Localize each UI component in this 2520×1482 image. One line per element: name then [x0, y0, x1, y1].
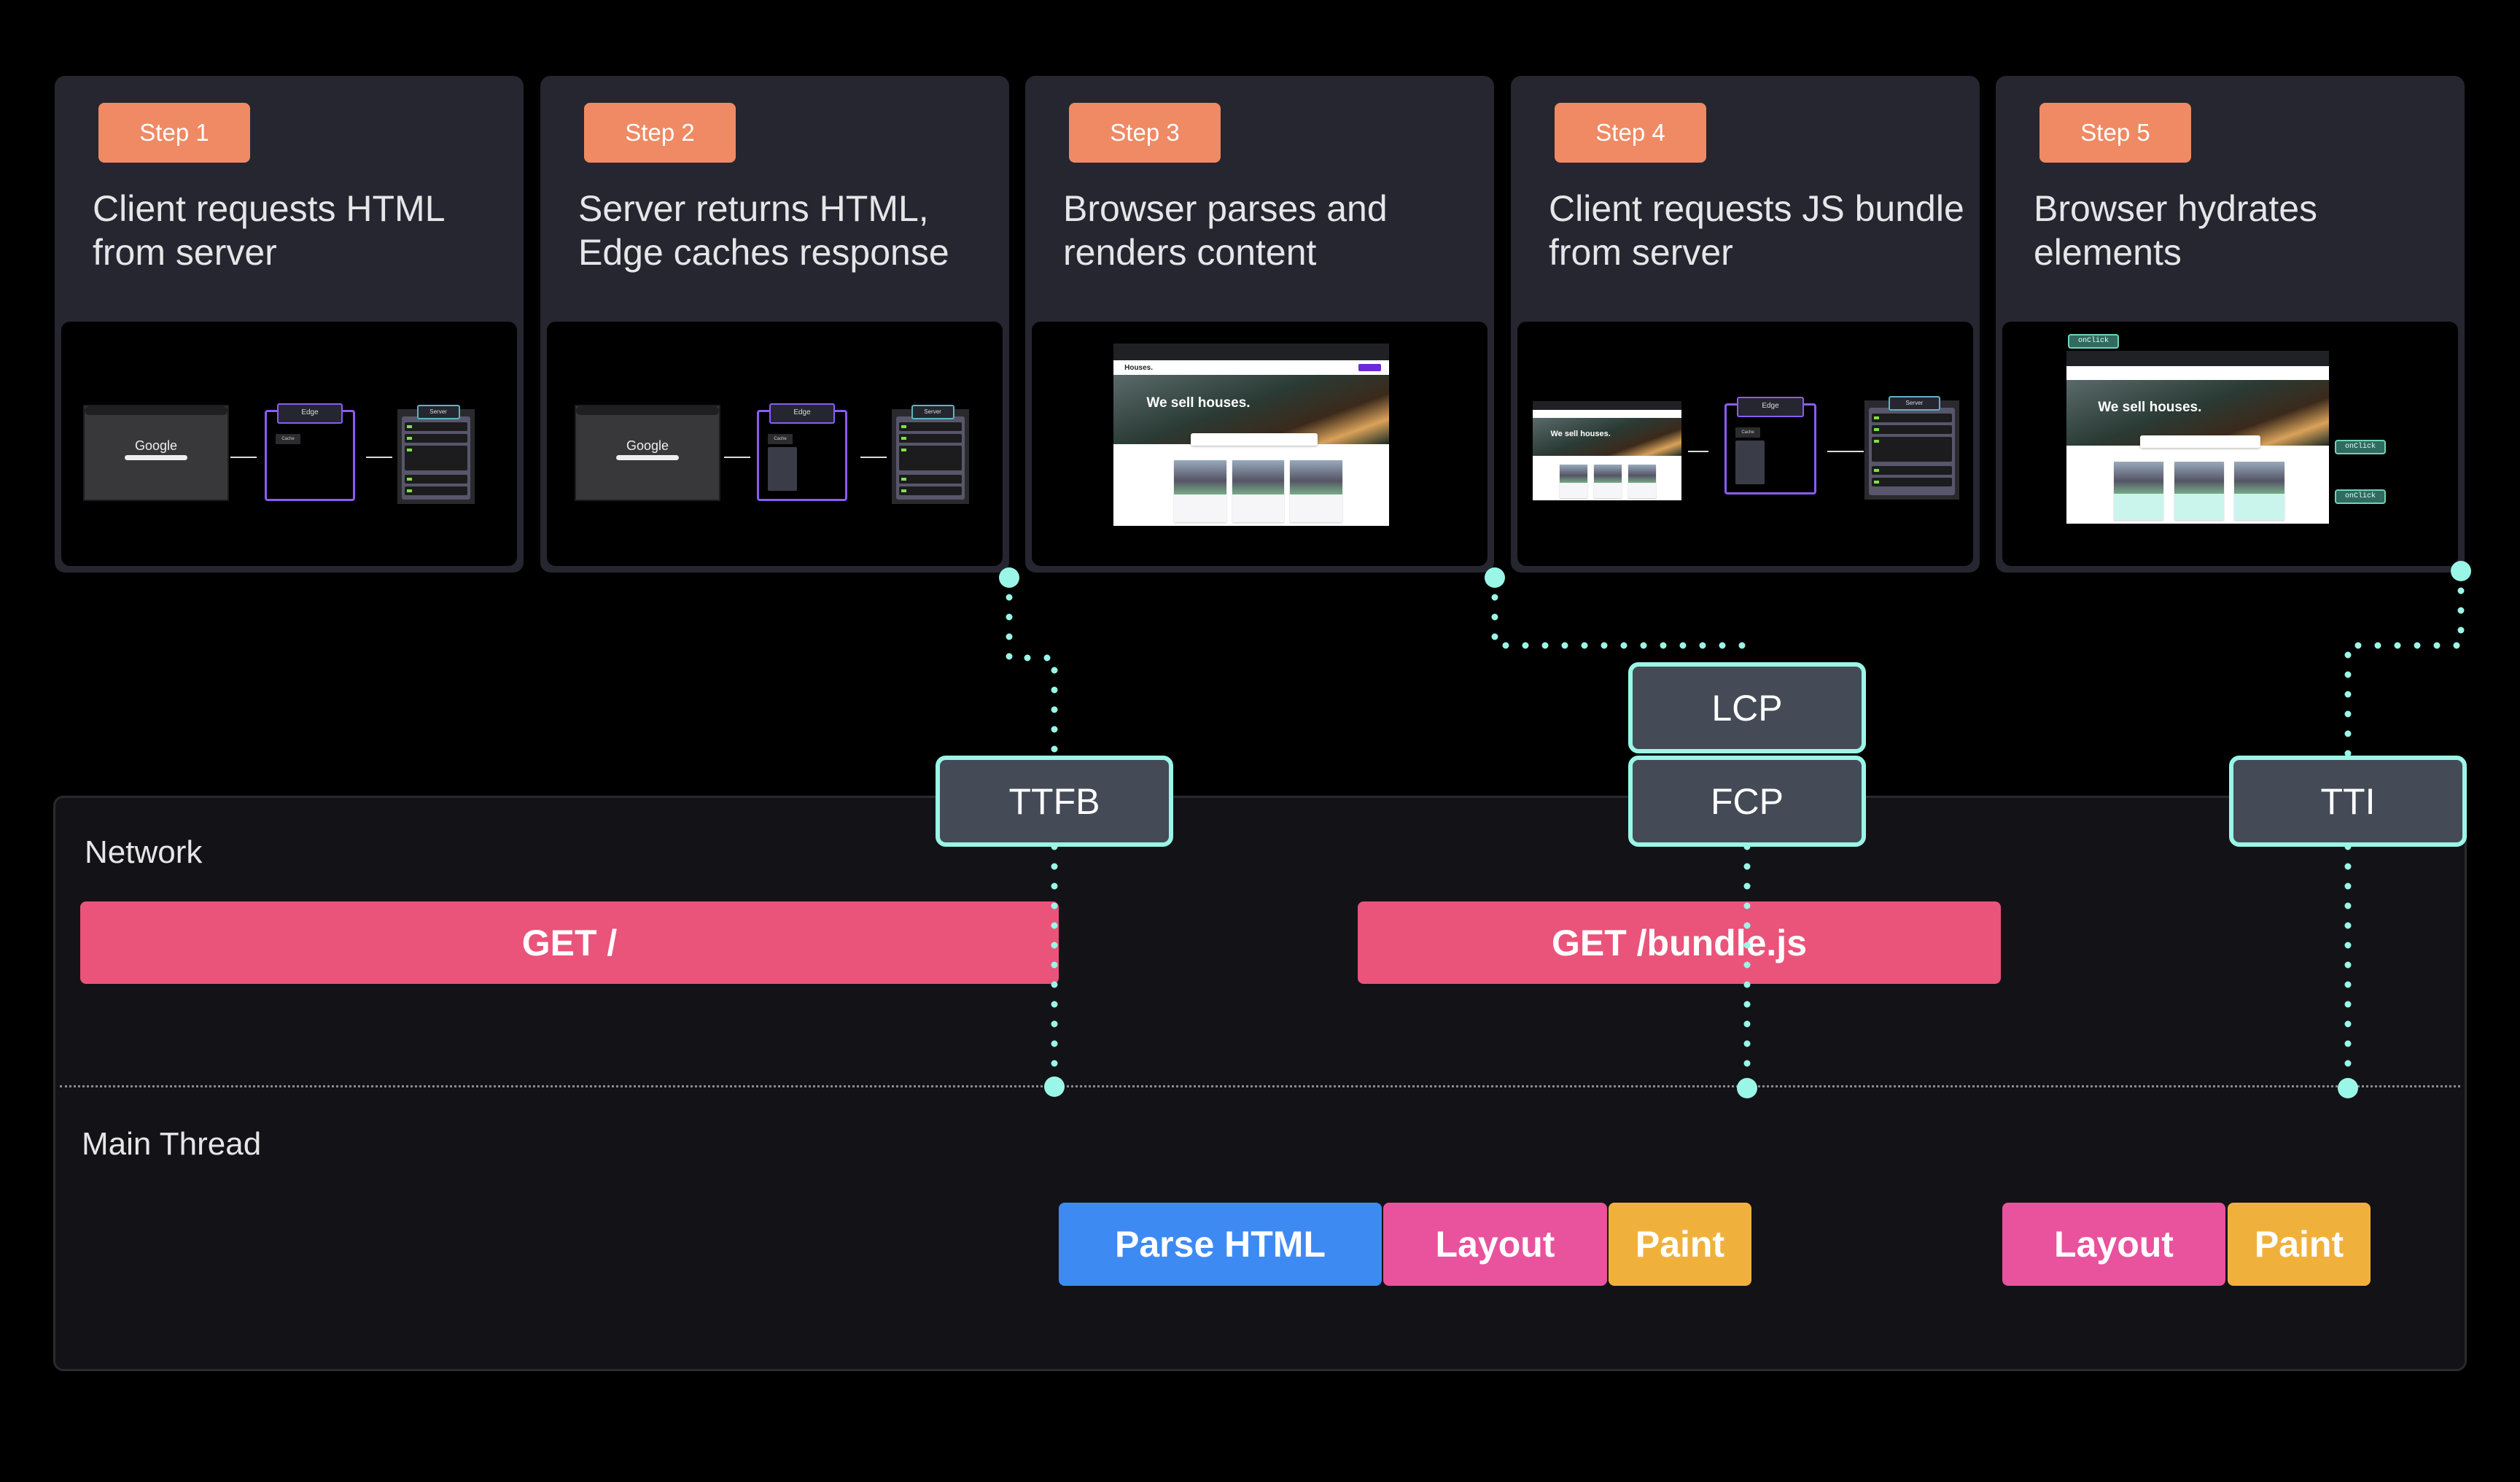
browser-window: Google: [575, 405, 720, 501]
server-label: Server: [911, 405, 954, 419]
edge-label: Edge: [769, 403, 835, 424]
google-logo: Google: [134, 438, 178, 453]
arrow-right-icon: [1827, 451, 1864, 452]
arrow-right-icon: [366, 457, 392, 458]
step-card-4: Step 4 Client requests JS bundle from se…: [1511, 76, 1980, 573]
step-title: Browser hydrates elements: [2034, 188, 2318, 273]
step-illustration: We sell houses. onClick onClick onClick: [2002, 322, 2458, 566]
network-bar-get-html: GET /: [80, 901, 1059, 984]
onclick-tag: onClick: [2068, 334, 2119, 349]
site-logo: Houses.: [1124, 363, 1154, 372]
cache-label: Cache: [276, 434, 300, 444]
task-parse-html: Parse HTML: [1059, 1203, 1382, 1286]
step-card-3: Step 3 Browser parses and renders conten…: [1025, 76, 1494, 573]
site-search: [1190, 432, 1318, 446]
edge-node: Edge Cache: [1724, 397, 1816, 494]
server-label: Server: [416, 405, 460, 419]
step-card-2: Step 2 Server returns HTML, Edge caches …: [540, 76, 1009, 573]
arrow-right-icon: [230, 457, 257, 458]
sign-in-button: [1358, 363, 1381, 371]
hero-text: We sell houses.: [2098, 400, 2202, 416]
website-screenshot: We sell houses.: [1533, 401, 1681, 500]
google-logo: Google: [626, 438, 669, 453]
step-badge: Step 1: [98, 103, 250, 163]
step-badge: Step 2: [584, 103, 736, 163]
arrow-left-icon: [724, 457, 750, 458]
website-screenshot: We sell houses.: [2066, 351, 2329, 524]
arrow-left-icon: [860, 457, 887, 458]
metric-fcp: FCP: [1628, 756, 1866, 847]
network-lane-label: Network: [85, 834, 203, 870]
metric-lcp: LCP: [1628, 662, 1866, 753]
server-label: Server: [1888, 396, 1941, 411]
website-screenshot: Houses. We sell houses.: [1113, 344, 1389, 526]
step-illustration: Google Edge Cache Server: [547, 322, 1003, 566]
task-layout: Layout: [1383, 1203, 1607, 1286]
step-title: Browser parses and renders content: [1063, 188, 1388, 273]
connector-line: [1688, 451, 1708, 452]
edge-node: Edge Cache: [757, 403, 847, 501]
step-card-1: Step 1 Client requests HTML from server …: [55, 76, 524, 573]
timeline-panel: Network Main Thread GET / GET /bundle.js…: [53, 796, 2467, 1371]
server-node: Server: [397, 405, 475, 504]
edge-node: Edge Cache: [265, 403, 355, 501]
cache-label: Cache: [768, 434, 793, 444]
step-illustration: We sell houses. Edge Cache Server: [1517, 322, 1973, 566]
browser-window: Google: [83, 405, 229, 501]
step-badge: Step 4: [1555, 103, 1706, 163]
task-paint: Paint: [2228, 1203, 2371, 1286]
main-thread-lane-label: Main Thread: [82, 1126, 262, 1162]
cached-html-icon: [768, 447, 797, 491]
hero-text: We sell houses.: [1146, 395, 1251, 411]
cache-label: Cache: [1735, 427, 1760, 438]
task-layout: Layout: [2002, 1203, 2225, 1286]
step-illustration: Houses. We sell houses.: [1032, 322, 1488, 566]
edge-label: Edge: [277, 403, 343, 424]
hero-text: We sell houses.: [1550, 429, 1611, 438]
step-title: Client requests JS bundle from server: [1549, 188, 1964, 273]
step-title: Client requests HTML from server: [93, 188, 444, 273]
network-bar-get-bundle: GET /bundle.js: [1358, 901, 2001, 984]
step-card-5: Step 5 Browser hydrates elements We sell…: [1996, 76, 2465, 573]
step-illustration: Google Edge Cache Server: [61, 322, 517, 566]
server-node: Server: [1864, 396, 1959, 500]
metric-ttfb: TTFB: [936, 756, 1173, 847]
server-node: Server: [892, 405, 969, 504]
onclick-tag: onClick: [2335, 489, 2386, 504]
edge-label: Edge: [1737, 397, 1804, 417]
step-badge: Step 5: [2039, 103, 2191, 163]
cached-html-icon: [1735, 441, 1765, 484]
task-paint: Paint: [1609, 1203, 1751, 1286]
onclick-tag: onClick: [2335, 440, 2386, 454]
step-title: Server returns HTML, Edge caches respons…: [578, 188, 949, 273]
step-badge: Step 3: [1069, 103, 1221, 163]
metric-tti: TTI: [2229, 756, 2467, 847]
lane-divider: [60, 1085, 2460, 1087]
